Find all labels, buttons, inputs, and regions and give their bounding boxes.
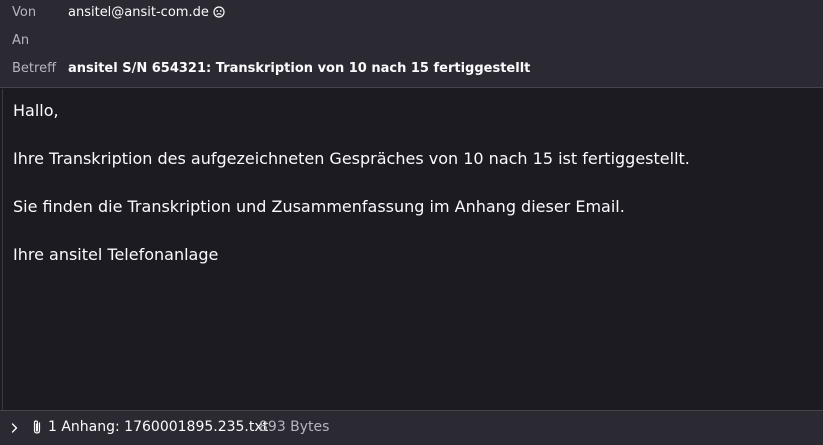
greeting-text: Hallo, <box>13 101 59 120</box>
body-line-2: Sie finden die Transkription und Zusamme… <box>13 197 625 216</box>
to-row: An <box>0 28 823 52</box>
subject-value: ansitel S/N 654321: Transkription von 10… <box>68 60 531 76</box>
contact-face-icon[interactable] <box>213 6 225 18</box>
message-body: Hallo, Ihre Transkription des aufgezeich… <box>2 89 823 410</box>
subject-label: Betreff <box>12 60 57 76</box>
chevron-right-icon[interactable] <box>8 420 22 434</box>
attachment-size: 893 Bytes <box>259 419 330 435</box>
attachment-bar[interactable]: 1 Anhang: 1760001895.235.txt 893 Bytes <box>0 410 823 445</box>
attachment-summary[interactable]: 1 Anhang: 1760001895.235.txt <box>48 419 268 435</box>
from-label: Von <box>12 4 37 20</box>
from-value[interactable]: ansitel@ansit-com.de <box>68 5 225 20</box>
message-header: Von ansitel@ansit-com.de An Betreff ansi… <box>0 0 823 88</box>
signature-text: Ihre ansitel Telefonanlage <box>13 245 219 264</box>
sender-address[interactable]: ansitel@ansit-com.de <box>68 5 209 20</box>
paperclip-icon <box>30 419 44 435</box>
from-row: Von ansitel@ansit-com.de <box>0 0 823 24</box>
to-label: An <box>12 32 30 48</box>
email-viewer: Von ansitel@ansit-com.de An Betreff ansi… <box>0 0 823 445</box>
subject-row: Betreff ansitel S/N 654321: Transkriptio… <box>0 56 823 80</box>
body-line-1: Ihre Transkription des aufgezeichneten G… <box>13 149 690 168</box>
